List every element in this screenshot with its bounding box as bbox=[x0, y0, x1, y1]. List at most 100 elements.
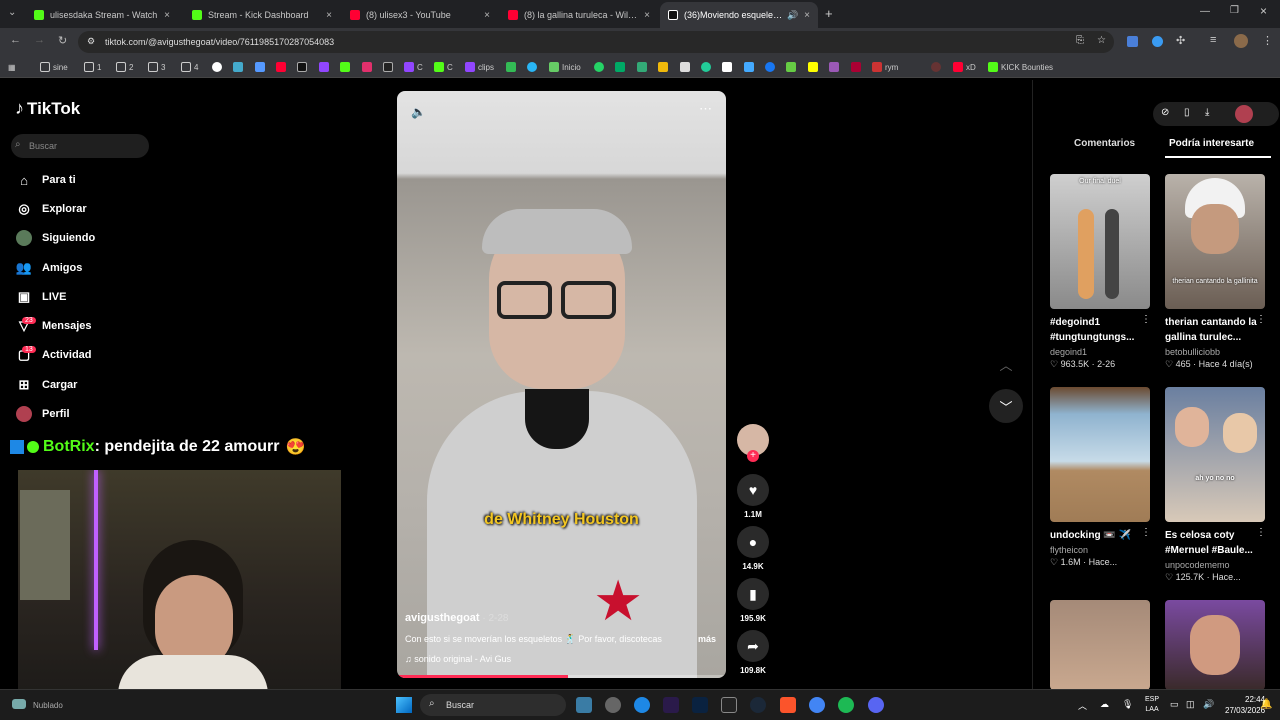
close-tab-icon[interactable]: × bbox=[484, 10, 490, 21]
windows-start-icon[interactable] bbox=[396, 697, 412, 713]
recommended-video[interactable]: Our final duel #degoind1 #tungtungtungs.… bbox=[1050, 174, 1150, 370]
browser-tab[interactable]: Stream - Kick Dashboard × bbox=[184, 2, 340, 28]
bookmark-inicio[interactable]: Inicio bbox=[549, 60, 581, 74]
card-menu-icon[interactable]: ⋮ bbox=[1256, 314, 1266, 325]
bookmark-clips[interactable]: clips bbox=[465, 60, 494, 74]
nav-item-siguiendo[interactable]: Siguiendo bbox=[16, 230, 95, 246]
recommended-video[interactable] bbox=[1165, 600, 1265, 690]
next-video-button[interactable]: ﹀ bbox=[989, 389, 1023, 423]
close-tab-icon[interactable]: × bbox=[644, 10, 650, 21]
browser-tab[interactable]: (8) la gallina turuleca - Will y Ra× bbox=[500, 2, 658, 28]
bookmark-icon[interactable] bbox=[255, 60, 268, 74]
bookmark-icon[interactable] bbox=[506, 60, 519, 74]
show-hidden-icons[interactable]: ︿ bbox=[1078, 699, 1087, 712]
video-sound[interactable]: ♫ sonido original - Avi Gus bbox=[405, 654, 511, 664]
card-menu-icon[interactable]: ⋮ bbox=[1141, 314, 1151, 325]
recommended-video[interactable] bbox=[1050, 600, 1150, 690]
back-icon[interactable]: ← bbox=[10, 34, 21, 46]
bookmark-icon[interactable] bbox=[744, 60, 757, 74]
bookmark-icon[interactable] bbox=[765, 60, 778, 74]
compass-icon[interactable]: ⊘ bbox=[1161, 107, 1169, 118]
spotify-icon[interactable] bbox=[838, 697, 854, 713]
app-icon[interactable] bbox=[605, 697, 621, 713]
tray-icon[interactable]: ☁ bbox=[1100, 699, 1109, 710]
weather-icon[interactable] bbox=[12, 699, 26, 709]
bookmark-icon[interactable] bbox=[212, 60, 225, 74]
bookmark-icon[interactable] bbox=[851, 60, 864, 74]
phone-icon[interactable]: ▯ bbox=[1184, 107, 1190, 118]
task-view-icon[interactable] bbox=[576, 697, 592, 713]
video-author[interactable]: avigusthegoat · 2-28 bbox=[405, 612, 508, 624]
nav-item-cargar[interactable]: ⊞ Cargar bbox=[16, 377, 78, 393]
menu-kebab-icon[interactable]: ⋮ bbox=[1262, 34, 1273, 47]
forward-icon[interactable]: → bbox=[34, 34, 45, 46]
more-options-icon[interactable]: ⋯ bbox=[699, 101, 712, 117]
recommended-video[interactable]: undocking 📼 ✈️ flytheicon ♡ 1.6M · Hace.… bbox=[1050, 387, 1150, 568]
bookmark-icon[interactable] bbox=[931, 60, 944, 74]
close-window-button[interactable]: × bbox=[1260, 4, 1267, 18]
bookmark-icon[interactable] bbox=[340, 60, 353, 74]
bookmark-icon[interactable] bbox=[615, 60, 628, 74]
language-indicator[interactable]: ESP LAA bbox=[1145, 695, 1159, 715]
maximize-button[interactable]: ❐ bbox=[1230, 5, 1239, 16]
new-tab-button[interactable]: + bbox=[825, 6, 833, 21]
network-icon[interactable]: ◫ bbox=[1186, 699, 1195, 710]
bookmark-folder[interactable]: 4 bbox=[181, 60, 198, 74]
screen-icon[interactable]: ▭ bbox=[1170, 699, 1179, 710]
more-link[interactable]: más bbox=[698, 634, 716, 644]
download-icon[interactable]: ⤓ bbox=[1205, 107, 1209, 118]
bookmark-icon[interactable] bbox=[680, 60, 693, 74]
bookmark-icon[interactable] bbox=[233, 60, 246, 74]
profile-avatar[interactable] bbox=[1235, 105, 1253, 123]
bookmark-folder[interactable]: 3 bbox=[148, 60, 165, 74]
steam-icon[interactable] bbox=[750, 697, 766, 713]
card-menu-icon[interactable]: ⋮ bbox=[1141, 527, 1151, 538]
close-tab-icon[interactable]: × bbox=[164, 10, 170, 21]
share-button[interactable]: ➦ 109.8K bbox=[737, 630, 769, 675]
bookmark-star-icon[interactable]: ☆ bbox=[1097, 35, 1106, 46]
bookmark-icon[interactable] bbox=[722, 60, 735, 74]
volume-icon[interactable]: 🔈 bbox=[411, 105, 426, 119]
discord-icon[interactable] bbox=[868, 697, 884, 713]
address-bar[interactable]: ⚙ tiktok.com/@avigusthegoat/video/761198… bbox=[78, 31, 1114, 53]
bookmark-xd[interactable]: xD bbox=[953, 60, 976, 74]
search-input[interactable]: ⌕ Buscar bbox=[11, 134, 149, 158]
epic-games-icon[interactable] bbox=[721, 697, 737, 713]
bookmark-icon[interactable] bbox=[786, 60, 799, 74]
extension-icon[interactable] bbox=[1152, 36, 1163, 47]
previous-video-button[interactable]: ︿ bbox=[989, 347, 1023, 381]
browser-tab[interactable]: ulisesdaka Stream - Watch × bbox=[26, 2, 178, 28]
photoshop-icon[interactable] bbox=[692, 697, 708, 713]
bookmark-icon[interactable] bbox=[658, 60, 671, 74]
bookmark-kick-bounties[interactable]: KICK Bounties bbox=[988, 60, 1053, 74]
tab-search-icon[interactable]: ⌄ bbox=[8, 7, 16, 18]
profile-avatar[interactable] bbox=[1234, 34, 1248, 48]
bookmark-folder[interactable]: 2 bbox=[116, 60, 133, 74]
bookmark-rym[interactable]: rym bbox=[872, 60, 898, 74]
bookmark-icon[interactable] bbox=[594, 60, 607, 74]
bookmark-icon[interactable] bbox=[701, 60, 714, 74]
bookmark-icon[interactable] bbox=[362, 60, 375, 74]
like-button[interactable]: ♥ 1.1M bbox=[737, 474, 769, 519]
minimize-button[interactable]: — bbox=[1200, 6, 1210, 17]
author-avatar[interactable]: + bbox=[737, 424, 769, 462]
extensions-puzzle-icon[interactable]: ✣ bbox=[1176, 34, 1185, 47]
volume-icon[interactable]: 🔊 bbox=[1203, 699, 1214, 710]
bookmark-twitch[interactable]: C bbox=[404, 60, 423, 74]
bookmark-icon[interactable] bbox=[808, 60, 821, 74]
browser-tab-active[interactable]: (36)Moviendo esqueletos c 🔊 × bbox=[660, 2, 818, 28]
install-icon[interactable]: ⎘ bbox=[1076, 35, 1084, 46]
nav-item-para-ti[interactable]: ⌂ Para ti bbox=[16, 172, 76, 188]
bookmark-icon[interactable] bbox=[276, 60, 289, 74]
notifications-icon[interactable]: 🔔 bbox=[1260, 699, 1272, 710]
video-player[interactable]: 🔈 ⋯ ★ de Whitney Houston avigusthegoat ·… bbox=[397, 91, 726, 678]
chrome-icon[interactable] bbox=[809, 697, 825, 713]
bookmark-icon[interactable] bbox=[319, 60, 332, 74]
bookmark-icon[interactable] bbox=[383, 60, 396, 74]
bookmark-icon[interactable] bbox=[829, 60, 842, 74]
microphone-icon[interactable]: 🎙 bbox=[1122, 699, 1133, 710]
follow-plus-icon[interactable]: + bbox=[747, 450, 759, 462]
speaker-icon[interactable]: 🔊 bbox=[787, 10, 798, 21]
media-icon[interactable]: ≡ bbox=[1210, 34, 1216, 46]
tab-comentarios[interactable]: Comentarios bbox=[1074, 138, 1135, 149]
